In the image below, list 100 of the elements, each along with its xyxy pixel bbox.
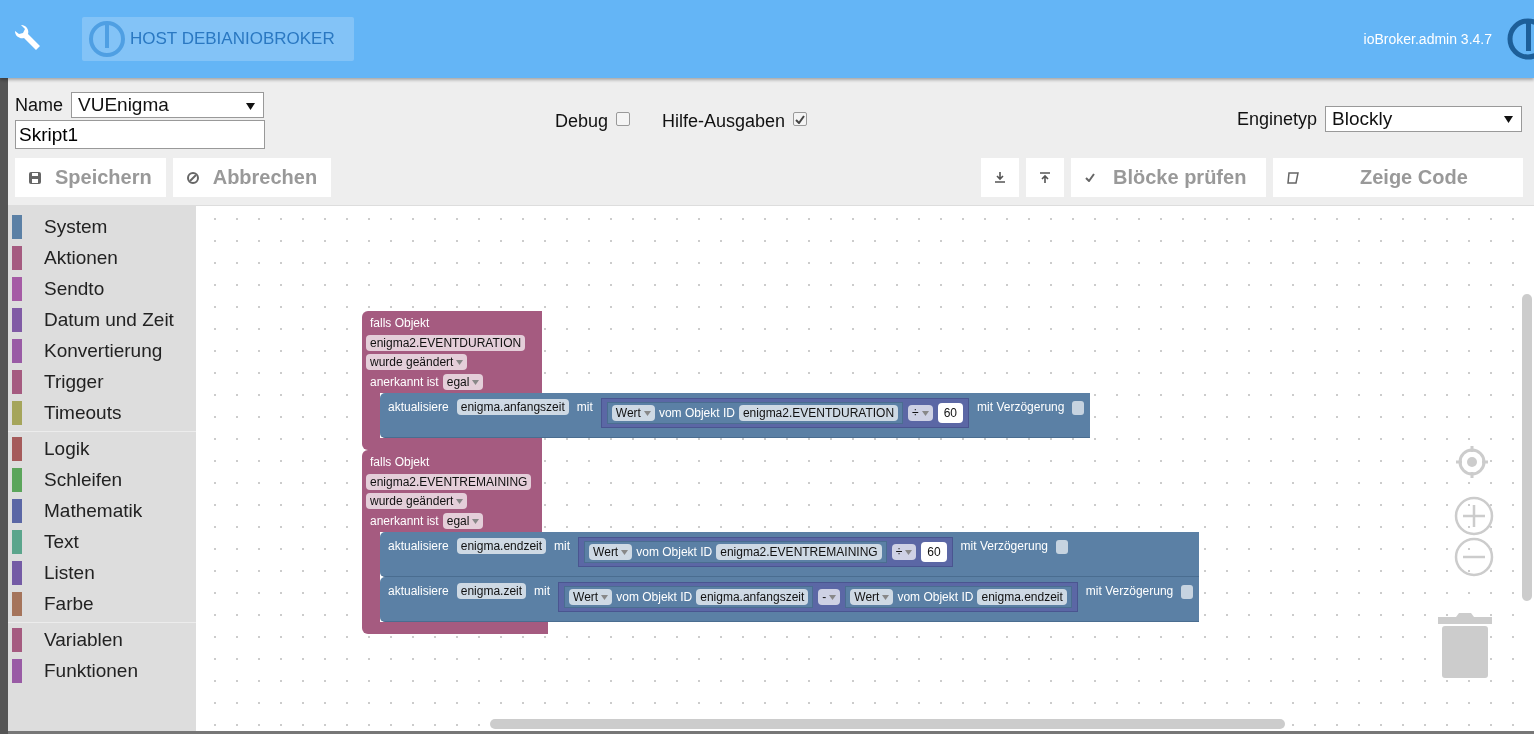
zoom-in-icon[interactable] — [1454, 496, 1494, 536]
caret-icon — [921, 410, 929, 416]
event-dropdown[interactable]: wurde geändert — [366, 493, 468, 509]
category-item[interactable]: Text — [8, 526, 196, 557]
caret-icon — [456, 359, 464, 365]
horizontal-scrollbar[interactable] — [490, 719, 1285, 729]
name-label: Name — [15, 94, 63, 116]
logo-icon — [1506, 17, 1534, 61]
category-item[interactable]: Farbe — [8, 588, 196, 619]
block-label: mit Verzögerung — [1084, 583, 1175, 600]
engine-label: Enginetyp — [1236, 108, 1317, 130]
get-value-block[interactable]: Wert vom Objekt ID enigma.endzeit — [845, 586, 1072, 608]
ack-dropdown[interactable]: egal — [442, 513, 484, 529]
category-item[interactable]: Listen — [8, 557, 196, 588]
wrench-icon[interactable] — [12, 25, 42, 53]
get-value-block[interactable]: Wert vom Objekt ID enigma.anfangszeit — [564, 586, 814, 608]
object-id-field[interactable]: enigma2.EVENTREMAINING — [366, 474, 532, 490]
name-select[interactable]: VUEnigma — [71, 92, 264, 118]
operator-dropdown[interactable]: ÷ — [908, 405, 933, 421]
get-value-block[interactable]: Wert vom Objekt ID enigma2.EVENTDURATION — [606, 402, 904, 424]
attribute-dropdown[interactable]: Wert — [850, 589, 894, 605]
caret-icon — [905, 549, 913, 555]
update-block[interactable]: aktualisiere enigma.anfangszeit mit Wert vom Objekt ID enigma2.EVENTDURATION ÷ 60 mit Verzögerung — [380, 393, 1091, 438]
update-block[interactable]: aktualisiere enigma.endzeit mit Wert vom Objekt ID enigma2.EVENTREMAINING ÷ 60 mit Verzögerung — [380, 532, 1200, 577]
category-item[interactable]: Sendto — [8, 273, 196, 304]
category-item[interactable]: Schleifen — [8, 464, 196, 495]
object-id-field[interactable]: enigma2.EVENTDURATION — [738, 405, 899, 421]
check-icon — [795, 114, 806, 124]
block-label: mit Verzögerung — [976, 399, 1066, 416]
upload-icon — [1040, 172, 1050, 183]
math-block[interactable]: Wert vom Objekt ID enigma2.EVENTDURATION ÷ 60 — [600, 398, 970, 428]
target-field[interactable]: enigma.anfangszeit — [456, 399, 569, 415]
category-item[interactable]: Timeouts — [8, 397, 196, 428]
block-label: aktualisiere — [387, 583, 450, 600]
category-item[interactable]: Funktionen — [8, 655, 196, 686]
caret-icon — [472, 518, 480, 524]
group-field[interactable]: Skript1 — [15, 120, 265, 149]
block-label: mit — [533, 583, 552, 600]
object-id-field[interactable]: enigma2.EVENTREMAINING — [716, 544, 882, 560]
caret-icon — [882, 594, 890, 600]
math-block[interactable]: Wert vom Objekt ID enigma.anfangszeit - Wert vom Objekt ID enigma.endzeit — [558, 582, 1078, 612]
category-item[interactable]: Logik — [8, 433, 196, 464]
category-item[interactable]: Aktionen — [8, 242, 196, 273]
workspace-canvas[interactable] — [196, 206, 1534, 731]
delay-checkbox[interactable] — [1181, 585, 1194, 599]
engine-select[interactable]: Blockly — [1325, 106, 1522, 132]
check-icon — [1085, 173, 1095, 182]
caret-icon — [456, 498, 464, 504]
trash-icon[interactable] — [1438, 610, 1492, 678]
code-icon — [1287, 171, 1300, 184]
logo-icon — [88, 20, 126, 58]
block-label: vom Objekt ID — [616, 590, 693, 604]
zoom-out-icon[interactable] — [1454, 537, 1494, 577]
block-label: vom Objekt ID — [636, 545, 713, 559]
save-icon — [29, 171, 41, 184]
ack-dropdown[interactable]: egal — [442, 374, 484, 390]
attribute-dropdown[interactable]: Wert — [611, 405, 655, 421]
host-name: HOST DEBIANIOBROKER — [130, 29, 335, 49]
category-item[interactable]: Datum und Zeit — [8, 304, 196, 335]
update-block[interactable]: aktualisiere enigma.zeit mit Wert vom Objekt ID enigma.anfangszeit - Wert vom Objekt ID enigma.endzeit mit Verzögerung — [380, 577, 1200, 622]
category-item[interactable]: Konvertierung — [8, 335, 196, 366]
get-value-block[interactable]: Wert vom Objekt ID enigma2.EVENTREMAINING — [584, 541, 887, 563]
delay-checkbox[interactable] — [1072, 401, 1085, 415]
caret-icon — [829, 594, 837, 600]
category-item[interactable]: Variablen — [8, 624, 196, 655]
block-label: mit Verzögerung — [959, 538, 1049, 555]
category-item[interactable]: Mathematik — [8, 495, 196, 526]
target-field[interactable]: enigma.endzeit — [456, 538, 547, 554]
target-field[interactable]: enigma.zeit — [456, 583, 527, 599]
category-item[interactable]: System — [8, 211, 196, 242]
center-icon[interactable] — [1454, 444, 1490, 480]
toolbar-button[interactable] — [1026, 158, 1064, 197]
block-label: aktualisiere — [387, 399, 450, 416]
vertical-scrollbar[interactable] — [1522, 294, 1532, 601]
number-field[interactable]: 60 — [937, 403, 964, 423]
help-label: Hilfe-Ausgaben — [662, 110, 786, 132]
category-item[interactable]: Trigger — [8, 366, 196, 397]
help-checkbox[interactable] — [793, 112, 808, 126]
operator-dropdown[interactable]: - — [818, 589, 841, 605]
object-id-field[interactable]: enigma.anfangszeit — [696, 589, 809, 605]
attribute-dropdown[interactable]: Wert — [569, 589, 613, 605]
object-id-field[interactable]: enigma.endzeit — [977, 589, 1067, 605]
caret-icon — [643, 410, 651, 416]
toolbar-button[interactable] — [981, 158, 1019, 197]
caret-icon — [1504, 115, 1513, 123]
block-label: mit — [553, 538, 572, 555]
cancel-icon — [186, 171, 199, 184]
math-block[interactable]: Wert vom Objekt ID enigma2.EVENTREMAINING ÷ 60 — [578, 537, 953, 567]
block-label: anerkannt ist — [369, 374, 440, 391]
block-label: vom Objekt ID — [658, 406, 735, 420]
block-label: aktualisiere — [387, 538, 450, 555]
object-id-field[interactable]: enigma2.EVENTDURATION — [366, 335, 526, 351]
event-dropdown[interactable]: wurde geändert — [366, 354, 468, 370]
caret-icon — [246, 102, 255, 110]
delay-checkbox[interactable] — [1056, 540, 1068, 554]
number-field[interactable]: 60 — [921, 542, 947, 562]
debug-checkbox[interactable] — [616, 112, 631, 126]
attribute-dropdown[interactable]: Wert — [589, 544, 633, 560]
operator-dropdown[interactable]: ÷ — [891, 544, 917, 560]
debug-label: Debug — [555, 110, 609, 132]
